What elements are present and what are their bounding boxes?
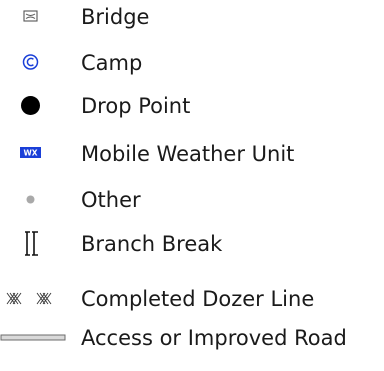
- drop-point-icon: [0, 86, 72, 126]
- legend-label-access-road: Access or Improved Road: [81, 326, 347, 350]
- legend-item-branch-break: Branch Break: [0, 224, 384, 264]
- legend-label-other: Other: [81, 188, 141, 212]
- completed-dozer-line-icon: [0, 279, 72, 319]
- access-road-icon: [0, 318, 72, 358]
- legend-label-camp: Camp: [81, 51, 143, 75]
- map-legend: Bridge Camp Drop Point WX Mobile Weather…: [0, 0, 384, 371]
- legend-label-drop-point: Drop Point: [81, 94, 191, 118]
- legend-item-completed-dozer-line: Completed Dozer Line: [0, 279, 384, 319]
- legend-label-branch-break: Branch Break: [81, 232, 223, 256]
- branch-break-icon: [0, 224, 72, 264]
- legend-item-bridge: Bridge: [0, 0, 384, 37]
- camp-icon: [0, 43, 72, 83]
- legend-item-access-road: Access or Improved Road: [0, 318, 384, 358]
- mobile-weather-unit-icon: WX: [0, 134, 72, 174]
- legend-label-bridge: Bridge: [81, 5, 150, 29]
- legend-label-mobile-weather-unit: Mobile Weather Unit: [81, 142, 295, 166]
- other-dot-icon: [0, 180, 72, 220]
- legend-item-camp: Camp: [0, 43, 384, 83]
- bridge-icon: [0, 0, 72, 37]
- legend-label-completed-dozer-line: Completed Dozer Line: [81, 287, 315, 311]
- legend-item-other: Other: [0, 180, 384, 220]
- weather-unit-wx-text: WX: [23, 149, 37, 158]
- legend-item-drop-point: Drop Point: [0, 86, 384, 126]
- legend-item-mobile-weather-unit: WX Mobile Weather Unit: [0, 134, 384, 174]
